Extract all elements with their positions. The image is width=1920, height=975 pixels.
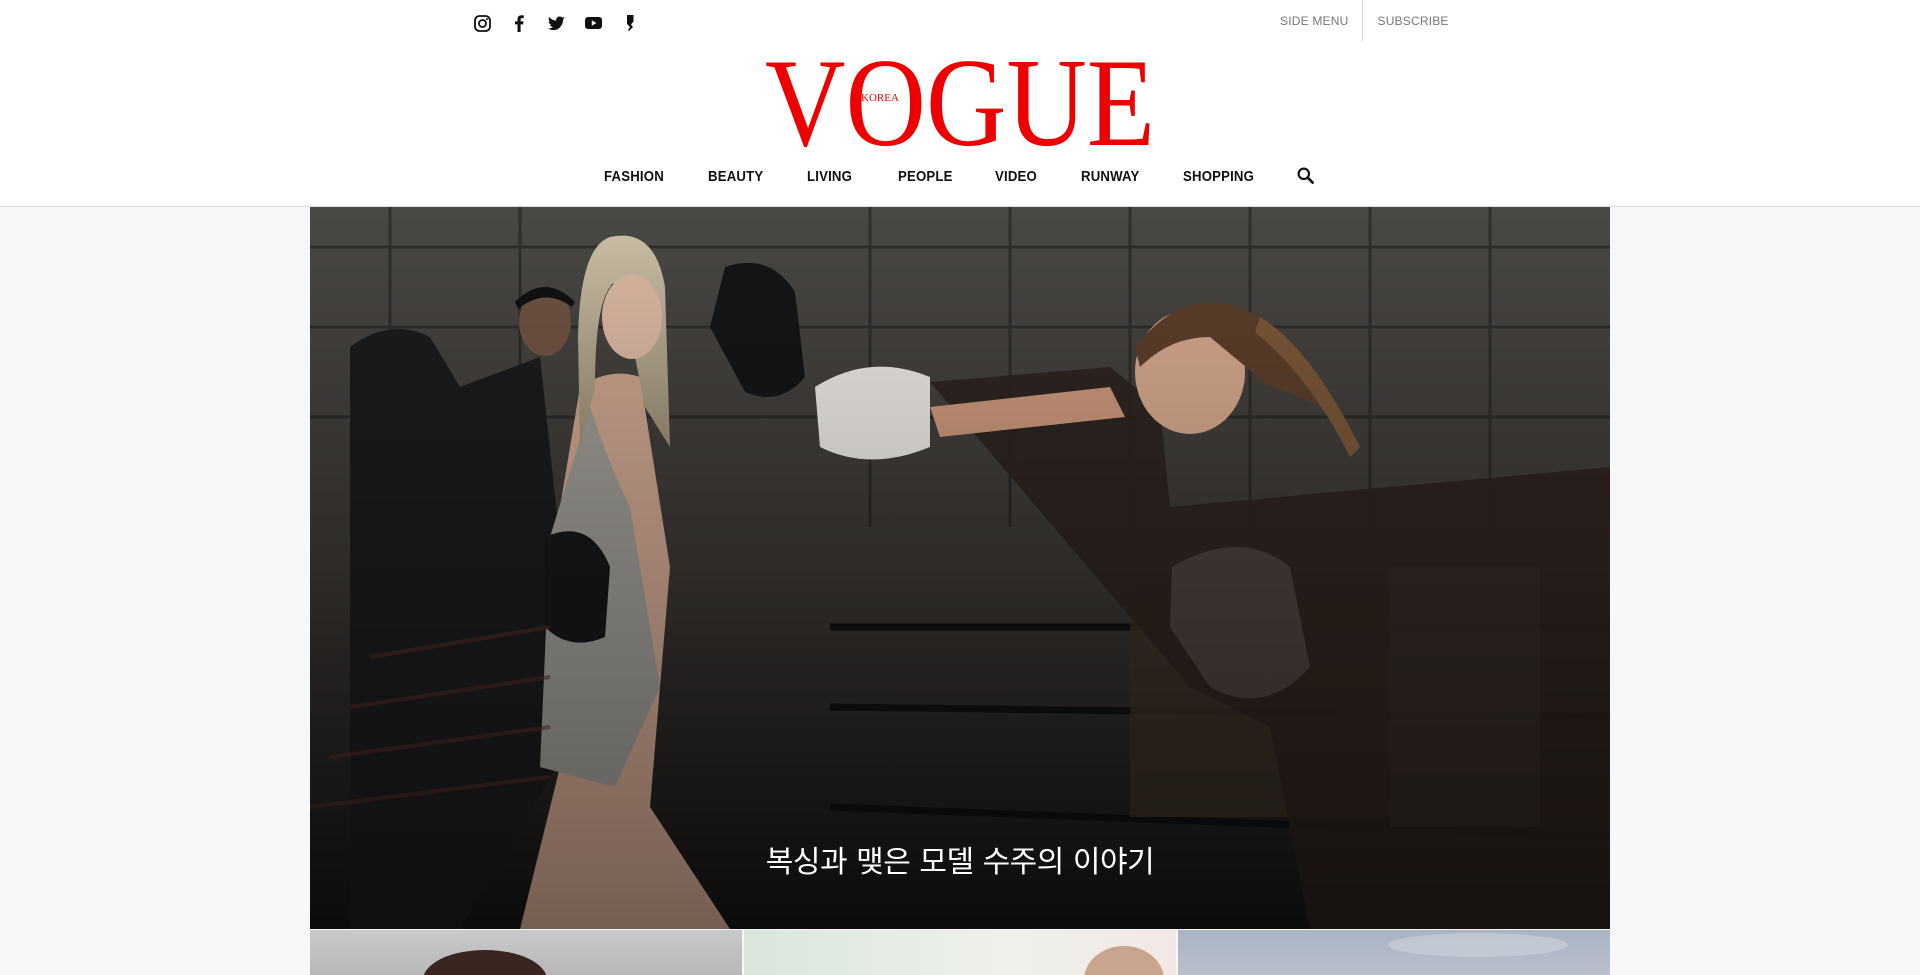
nav-item-runway[interactable]: RUNWAY (1081, 168, 1140, 185)
thumbnail-image (423, 950, 547, 975)
youtube-icon[interactable] (581, 11, 605, 35)
instagram-icon[interactable] (470, 11, 494, 35)
nav-item-shopping[interactable]: SHOPPING (1183, 168, 1254, 185)
kakao-story-icon[interactable] (618, 11, 642, 35)
nav-item-living[interactable]: LIVING (807, 168, 852, 185)
thumbnail-image (1388, 933, 1568, 957)
side-menu-link[interactable]: SIDE MENU (1266, 0, 1362, 42)
nav-item-people[interactable]: PEOPLE (898, 168, 953, 185)
subscribe-link[interactable]: SUBSCRIBE (1363, 0, 1462, 42)
facebook-icon[interactable] (507, 11, 531, 35)
main-navigation: FASHION BEAUTY LIVING PEOPLE VIDEO RUNWA… (0, 160, 1920, 196)
article-thumbnail[interactable] (1178, 930, 1610, 975)
search-icon[interactable] (1297, 167, 1314, 189)
twitter-icon[interactable] (544, 11, 568, 35)
thumbnail-image (1084, 946, 1164, 975)
nav-item-beauty[interactable]: BEAUTY (708, 168, 763, 185)
hero-caption[interactable]: 복싱과 맺은 모델 수주의 이야기 (310, 837, 1610, 881)
top-right-links: SIDE MENU SUBSCRIBE (1266, 0, 1463, 42)
article-thumbnail[interactable] (744, 930, 1176, 975)
logo-wordmark: VOGUE (765, 45, 1155, 151)
vogue-korea-logo[interactable]: VOGUE KOREA (764, 45, 1157, 151)
hero-feature[interactable]: 복싱과 맺은 모델 수주의 이야기 (310, 207, 1610, 929)
article-thumbnail[interactable] (310, 930, 742, 975)
hero-image (310, 207, 1610, 929)
site-header: SIDE MENU SUBSCRIBE VOGUE KOREA FASHION … (0, 0, 1920, 207)
social-links (470, 11, 642, 35)
nav-item-video[interactable]: VIDEO (995, 168, 1037, 185)
article-thumbnails (310, 930, 1610, 975)
nav-item-fashion[interactable]: FASHION (604, 168, 664, 185)
logo-subtext: KOREA (861, 92, 899, 104)
